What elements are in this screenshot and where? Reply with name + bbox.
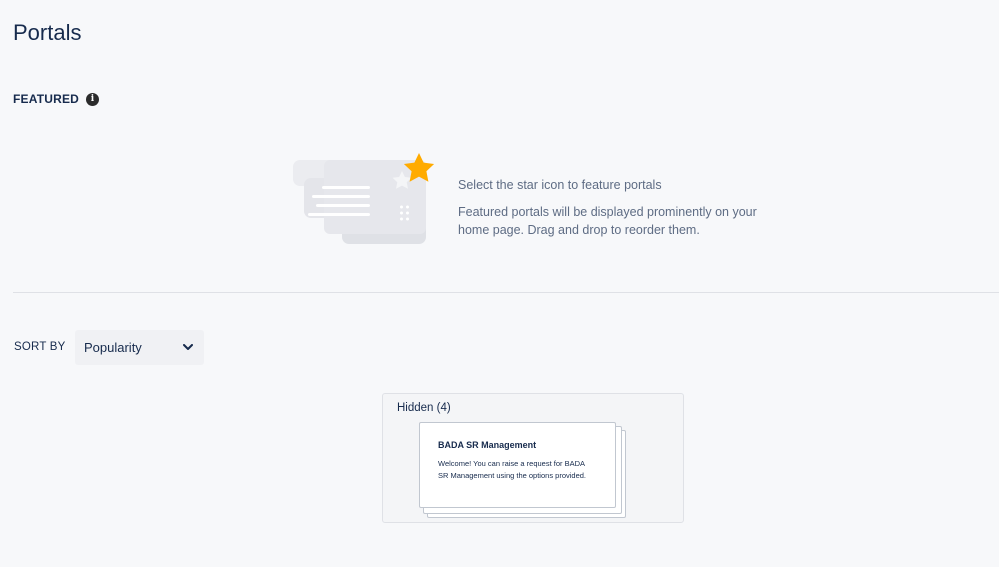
featured-heading-label: FEATURED — [13, 92, 80, 106]
featured-empty-title: Select the star icon to feature portals — [458, 178, 662, 192]
portal-card[interactable]: BADA SR Management Welcome! You can rais… — [419, 422, 616, 508]
sort-by-dropdown[interactable]: Popularity — [75, 330, 204, 365]
illustration-line — [308, 213, 370, 216]
portal-card-title: BADA SR Management — [438, 440, 537, 450]
sort-by-selected-value: Popularity — [84, 340, 142, 355]
featured-empty-body: Featured portals will be displayed promi… — [458, 205, 757, 237]
chevron-down-icon — [182, 342, 194, 354]
featured-section-heading: FEATURED i — [13, 92, 100, 106]
illustration-line — [322, 186, 370, 189]
featured-empty-message: Select the star icon to feature portals … — [458, 176, 778, 239]
featured-empty-illustration — [293, 153, 435, 244]
info-icon[interactable]: i — [86, 92, 100, 106]
sort-by-label: SORT BY — [14, 341, 66, 353]
illustration-line — [316, 204, 370, 207]
page-title: Portals — [13, 20, 82, 45]
illustration-line — [312, 195, 370, 198]
hidden-portals-group[interactable]: Hidden (4) BADA SR Management Welcome! Y… — [382, 393, 684, 523]
portal-card-description: Welcome! You can raise a request for BAD… — [438, 459, 587, 480]
section-divider — [13, 292, 999, 293]
hidden-portals-label: Hidden (4) — [397, 402, 451, 414]
